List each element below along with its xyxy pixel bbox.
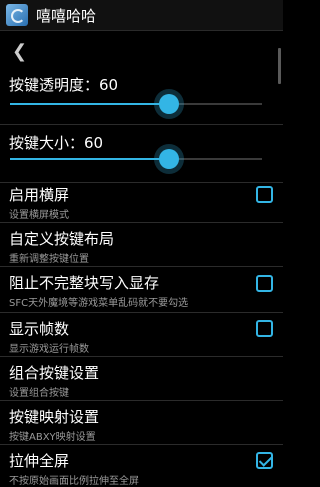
transparency-label: 按键透明度：60 — [9, 76, 119, 94]
size-label: 按键大小：60 — [9, 134, 104, 152]
setting-subtitle: 设置横屏模式 — [9, 210, 69, 221]
setting-title: 自定义按键布局 — [9, 230, 115, 248]
size-slider-fill — [10, 158, 169, 160]
setting-title: 拉伸全屏 — [9, 452, 70, 470]
setting-block-incomplete[interactable]: 阻止不完整块写入显存 SFC天外魔境等游戏菜单乱码就不要勾选 — [0, 266, 283, 313]
setting-key-mapping[interactable]: 按键映射设置 按键ABXY映射设置 — [0, 400, 283, 445]
app-logo-icon — [6, 4, 28, 26]
transparency-slider[interactable] — [10, 103, 262, 105]
setting-landscape[interactable]: 启用横屏 设置横屏模式 — [0, 178, 283, 223]
chevron-left-icon[interactable]: ❮ — [12, 42, 32, 62]
setting-title: 启用横屏 — [9, 186, 70, 204]
setting-title: 阻止不完整块写入显存 — [9, 274, 160, 292]
size-slider[interactable] — [10, 158, 262, 160]
block-incomplete-checkbox[interactable] — [256, 275, 273, 292]
setting-subtitle: 按键ABXY映射设置 — [9, 432, 96, 443]
setting-subtitle: 重新调整按键位置 — [9, 254, 89, 265]
setting-title: 按键映射设置 — [9, 408, 100, 426]
setting-stretch-fullscreen[interactable]: 拉伸全屏 不按原始画面比例拉伸至全屏 — [0, 444, 283, 487]
setting-custom-layout[interactable]: 自定义按键布局 重新调整按键位置 — [0, 222, 283, 267]
title-bar: 嘻嘻哈哈 — [0, 0, 283, 31]
setting-subtitle: SFC天外魔境等游戏菜单乱码就不要勾选 — [9, 298, 189, 309]
setting-combo-keys[interactable]: 组合按键设置 设置组合按键 — [0, 356, 283, 401]
setting-show-fps[interactable]: 显示帧数 显示游戏运行帧数 — [0, 312, 283, 357]
setting-title: 组合按键设置 — [9, 364, 100, 382]
transparency-slider-row: 按键透明度：60 — [0, 66, 283, 125]
setting-title: 显示帧数 — [9, 320, 70, 338]
stretch-fullscreen-checkbox[interactable] — [256, 452, 273, 469]
size-slider-row: 按键大小：60 — [0, 124, 283, 183]
show-fps-checkbox[interactable] — [256, 320, 273, 337]
setting-subtitle: 设置组合按键 — [9, 388, 69, 399]
landscape-checkbox[interactable] — [256, 186, 273, 203]
size-slider-thumb[interactable] — [158, 149, 179, 169]
setting-subtitle: 显示游戏运行帧数 — [9, 344, 89, 355]
app-title: 嘻嘻哈哈 — [36, 6, 97, 25]
transparency-slider-fill — [10, 103, 169, 105]
transparency-slider-thumb[interactable] — [158, 94, 179, 114]
